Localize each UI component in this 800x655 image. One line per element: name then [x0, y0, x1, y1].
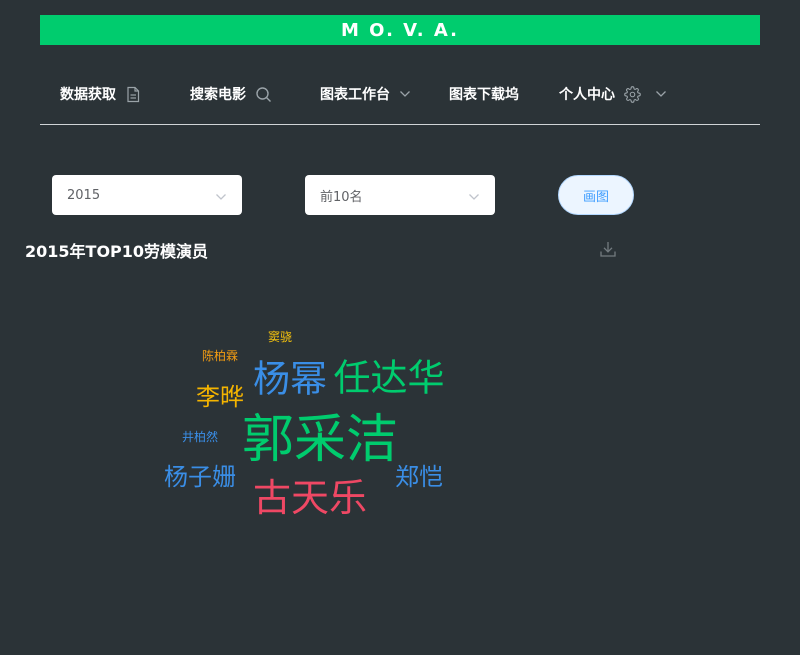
year-select[interactable]: 2015	[52, 175, 242, 215]
word-cloud-word: 李晔	[196, 383, 244, 411]
draw-button[interactable]: 画图	[558, 175, 634, 215]
year-select-value: 2015	[67, 187, 101, 203]
rank-select-value: 前10名	[320, 189, 363, 205]
chevron-down-icon	[655, 90, 667, 98]
word-cloud-word: 陈柏霖	[201, 349, 239, 363]
download-icon[interactable]	[599, 240, 617, 258]
chevron-down-icon	[215, 186, 227, 205]
document-icon	[125, 86, 141, 103]
nav-item-chart-download[interactable]: 图表下载坞	[449, 64, 519, 124]
nav-item-label: 搜索电影	[190, 87, 246, 103]
word-cloud-word: 杨子姗	[164, 463, 236, 491]
chevron-down-icon	[399, 90, 411, 98]
nav-item-user-center[interactable]: 个人中心	[559, 64, 667, 124]
nav-item-label: 图表工作台	[320, 87, 390, 103]
nav-item-label: 数据获取	[60, 87, 116, 103]
word-cloud-word: 古天乐	[252, 476, 368, 520]
word-cloud-word: 郭采洁	[241, 410, 399, 470]
nav-item-search-movie[interactable]: 搜索电影	[190, 64, 272, 124]
word-cloud-word: 任达华	[333, 356, 445, 400]
word-cloud-word: 郑恺	[395, 463, 443, 491]
nav-bar: 数据获取 搜索电影 图表工作台 图表下载坞 个人中心	[40, 64, 760, 125]
nav-item-label: 图表下载坞	[449, 87, 519, 103]
search-icon	[255, 86, 272, 103]
brand-title: M O. V. A.	[340, 19, 459, 41]
rank-select[interactable]: 前10名	[305, 175, 495, 215]
word-cloud-word: 窦骁	[267, 330, 293, 344]
chart-title: 2015年TOP10劳模演员	[25, 242, 209, 261]
brand-banner: M O. V. A.	[40, 15, 760, 45]
chevron-down-icon	[468, 186, 480, 205]
nav-item-chart-workbench[interactable]: 图表工作台	[320, 64, 411, 124]
word-cloud-word: 杨幂	[253, 357, 327, 401]
nav-item-label: 个人中心	[559, 87, 615, 103]
word-cloud-word: 井柏然	[181, 430, 219, 444]
nav-item-data-fetch[interactable]: 数据获取	[60, 64, 141, 124]
gear-icon	[624, 85, 641, 103]
